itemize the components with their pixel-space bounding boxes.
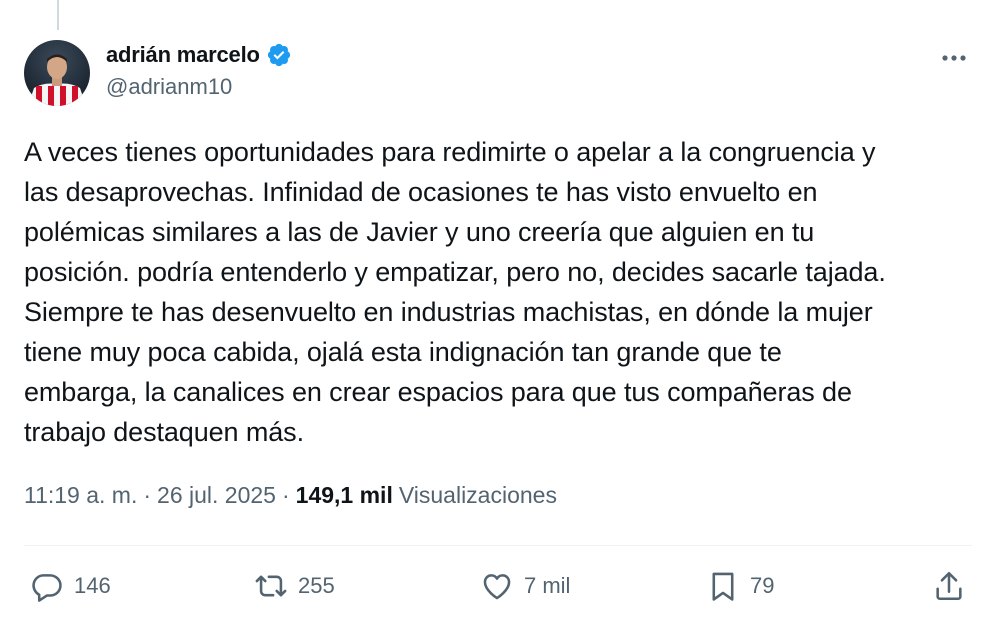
action-bar: 146 255 7 mil 79	[24, 562, 972, 610]
reply-button[interactable]: 146	[30, 562, 111, 610]
author-display-name[interactable]: adrián marcelo	[106, 42, 260, 68]
share-icon	[936, 571, 962, 601]
reply-icon	[32, 574, 62, 602]
repost-icon	[255, 575, 287, 597]
views-count: 149,1 mil	[295, 482, 393, 508]
meta-separator: ·	[143, 482, 152, 508]
like-count: 7 mil	[524, 573, 571, 598]
more-options-button[interactable]	[938, 44, 970, 72]
share-button[interactable]	[932, 562, 966, 610]
bookmark-count: 79	[750, 573, 775, 598]
tweet-date[interactable]: 26 jul. 2025	[157, 482, 276, 509]
bookmark-button[interactable]: 79	[706, 562, 774, 610]
tweet-meta: 11:19 a. m. · 26 jul. 2025 · 149,1 mil V…	[24, 482, 557, 509]
bookmark-icon	[712, 572, 734, 601]
more-icon	[942, 55, 966, 61]
avatar[interactable]	[24, 40, 90, 106]
author-handle[interactable]: @adrianm10	[106, 74, 292, 100]
divider	[24, 545, 972, 546]
meta-separator: ·	[281, 482, 290, 508]
like-icon	[483, 574, 511, 600]
repost-button[interactable]: 255	[254, 562, 335, 610]
like-button[interactable]: 7 mil	[480, 562, 570, 610]
tweet-time[interactable]: 11:19 a. m.	[24, 482, 137, 509]
thread-connector-line	[57, 0, 59, 30]
repost-count: 255	[298, 573, 335, 598]
author-block: adrián marcelo @adrianm10	[106, 42, 292, 100]
tweet-text: A veces tienes oportunidades para redimi…	[24, 137, 886, 447]
verified-badge-icon[interactable]	[266, 42, 292, 68]
reply-count: 146	[74, 573, 111, 598]
views-label: Visualizaciones	[398, 482, 557, 508]
